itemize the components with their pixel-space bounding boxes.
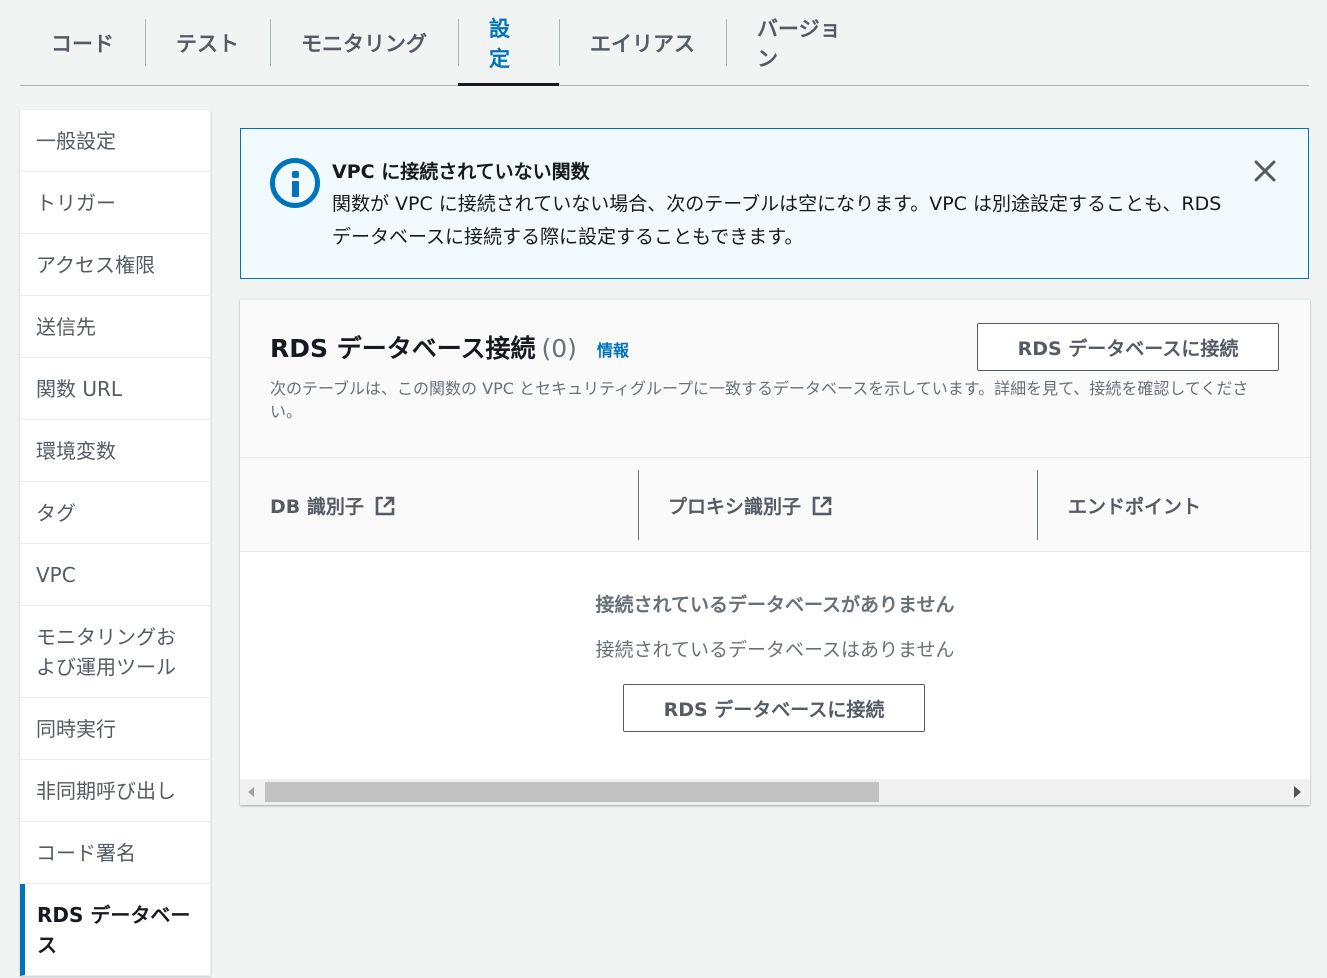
- column-label: エンドポイント: [1068, 496, 1202, 518]
- tab-code[interactable]: コード: [20, 0, 145, 85]
- scroll-right-icon[interactable]: [1294, 786, 1301, 798]
- tab-versions[interactable]: バージョン: [726, 0, 892, 85]
- tab-configuration[interactable]: 設定: [458, 0, 559, 86]
- sidenav-item-function-url[interactable]: 関数 URL: [20, 358, 210, 420]
- scroll-left-icon[interactable]: [248, 787, 254, 797]
- sidenav-item-code-signing[interactable]: コード署名: [20, 822, 210, 884]
- horizontal-scrollbar[interactable]: [240, 779, 1310, 805]
- configuration-side-nav: 一般設定 トリガー アクセス権限 送信先 関数 URL 環境変数 タグ VPC …: [20, 110, 211, 976]
- column-header-endpoint[interactable]: エンドポイント: [1068, 458, 1201, 553]
- column-header-proxy-identifier[interactable]: プロキシ識別子: [668, 458, 833, 553]
- external-link-icon: [812, 496, 832, 515]
- sidenav-item-destinations[interactable]: 送信先: [20, 296, 210, 358]
- sidenav-item-environment-variables[interactable]: 環境変数: [20, 420, 210, 482]
- tab-aliases[interactable]: エイリアス: [559, 0, 726, 85]
- column-divider[interactable]: [1037, 470, 1038, 540]
- connect-rds-button[interactable]: RDS データベースに接続: [977, 323, 1279, 371]
- empty-connect-rds-button[interactable]: RDS データベースに接続: [623, 684, 925, 732]
- vpc-info-flash: VPC に接続されていない関数 関数が VPC に接続されていない場合、次のテー…: [240, 128, 1309, 279]
- column-label: プロキシ識別子: [668, 496, 802, 518]
- container-header: RDS データベース接続 (0) 情報 RDS データベースに接続 次のテーブルは…: [240, 300, 1310, 457]
- sidenav-item-monitoring-tools[interactable]: モニタリングおよび運用ツール: [20, 606, 210, 698]
- sidenav-item-permissions[interactable]: アクセス権限: [20, 234, 210, 296]
- flash-message: 関数が VPC に接続されていない場合、次のテーブルは空になります。VPC は別…: [332, 193, 1222, 248]
- column-header-db-identifier[interactable]: DB 識別子: [270, 458, 396, 553]
- column-divider[interactable]: [638, 470, 639, 540]
- tab-bar: コード テスト モニタリング 設定 エイリアス バージョン: [20, 0, 1309, 86]
- scrollbar-thumb[interactable]: [265, 782, 879, 802]
- connection-count: (0): [541, 334, 577, 363]
- sidenav-item-general[interactable]: 一般設定: [20, 110, 210, 172]
- rds-connections-container: RDS データベース接続 (0) 情報 RDS データベースに接続 次のテーブルは…: [240, 299, 1310, 805]
- container-title: RDS データベース接続 (0): [270, 329, 577, 365]
- tab-test[interactable]: テスト: [145, 0, 270, 85]
- sidenav-item-concurrency[interactable]: 同時実行: [20, 698, 210, 760]
- sidenav-item-tags[interactable]: タグ: [20, 482, 210, 544]
- flash-title: VPC に接続されていない関数: [332, 161, 590, 183]
- empty-state-description: 接続されているデータベースはありません: [595, 639, 955, 661]
- empty-state-title: 接続されているデータベースがありません: [595, 594, 955, 616]
- sidenav-item-vpc[interactable]: VPC: [20, 544, 210, 606]
- info-link[interactable]: 情報: [597, 337, 629, 361]
- close-icon[interactable]: [1251, 157, 1279, 185]
- tab-monitoring[interactable]: モニタリング: [270, 0, 458, 85]
- sidenav-item-async-invocation[interactable]: 非同期呼び出し: [20, 760, 210, 822]
- external-link-icon: [375, 496, 395, 515]
- container-description: 次のテーブルは、この関数の VPC とセキュリティグループに一致するデータベース…: [270, 379, 1249, 421]
- table-header: DB 識別子 プロキシ識別子 エンドポイント: [240, 457, 1310, 552]
- column-label: DB 識別子: [270, 496, 364, 518]
- sidenav-item-rds-databases[interactable]: RDS データベース: [20, 884, 210, 976]
- container-title-text: RDS データベース接続: [270, 334, 536, 363]
- sidenav-item-triggers[interactable]: トリガー: [20, 172, 210, 234]
- info-circle-icon: [270, 158, 320, 208]
